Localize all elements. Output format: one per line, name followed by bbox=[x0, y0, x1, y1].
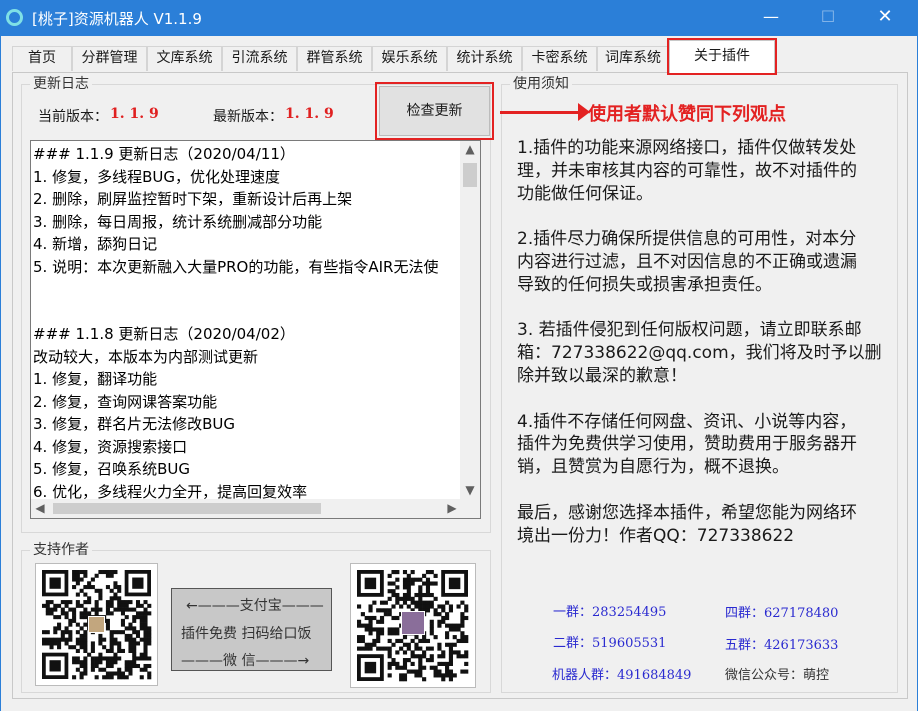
update-log-line: 4. 新增，舔狗日记 bbox=[33, 235, 158, 253]
update-log-line bbox=[33, 278, 461, 301]
usage-notice-line bbox=[517, 479, 897, 502]
usage-notice-line: 4.插件不存储任何网盘、资讯、小说等内容， bbox=[517, 411, 857, 432]
usage-notice-line: 2.插件尽力确保所提供信息的可用性，对本分 bbox=[517, 229, 857, 250]
usage-notice-line: 销，且赞赏为自愿行为，概不退换。 bbox=[517, 457, 789, 478]
check-update-highlight-frame bbox=[375, 82, 494, 140]
update-log-line: 4. 修复，资源搜索接口 bbox=[33, 437, 188, 456]
qq-group-5: 五群：426173633 bbox=[725, 638, 839, 653]
scroll-right-arrow-icon[interactable]: ▶ bbox=[443, 499, 461, 518]
tab-group-management[interactable]: 分群管理 bbox=[72, 46, 147, 71]
update-log-line: 1. 修复，翻译功能 bbox=[33, 370, 158, 388]
latest-version-value: 1. 1. 9 bbox=[285, 106, 334, 122]
usage-notice-line bbox=[517, 388, 897, 411]
usage-notice-text: 1.插件的功能来源网络接口，插件仅做转发处 理，并未审核其内容的可靠性，故不对插件… bbox=[517, 137, 897, 547]
qq-group-2: 二群：519605531 bbox=[553, 636, 667, 651]
tab-highlight-frame bbox=[667, 38, 777, 75]
update-log-line: ### 1.1.9 更新日志（2020/04/11） bbox=[33, 145, 295, 163]
scroll-down-arrow-icon[interactable]: ▼ bbox=[460, 482, 480, 499]
support-author-group-title: 支持作者 bbox=[30, 542, 92, 558]
usage-notice-line: 插件为免费供学习使用，赞助费用于服务器开 bbox=[517, 434, 857, 455]
free-plugin-text: 插件免费 扫码给口饭 bbox=[181, 626, 312, 642]
window-title: [桃子]资源机器人 V1.1.9 bbox=[32, 10, 202, 28]
update-log-line: 改动较大，本版本为内部测试更新 bbox=[33, 347, 259, 366]
usage-notice-line: 除并致以最深的歉意！ bbox=[517, 365, 687, 386]
usage-annotation: 使用者默认赞同下列观点 bbox=[588, 104, 786, 125]
qq-group-4: 四群：627178480 bbox=[725, 606, 839, 621]
alipay-direction-text: ←———支付宝——— bbox=[186, 598, 324, 614]
scroll-left-arrow-icon[interactable]: ◀ bbox=[31, 499, 49, 518]
update-log-horizontal-scrollbar[interactable]: ◀ ▶ bbox=[31, 499, 480, 518]
tab-entertainment-system[interactable]: 娱乐系统 bbox=[372, 46, 447, 71]
qq-robot-group: 机器人群：491684849 bbox=[552, 668, 692, 683]
update-log-line: 6. 优化，多线程火力全开，提高回复效率 bbox=[33, 482, 308, 500]
update-log-vertical-scrollbar[interactable]: ▲ ▼ bbox=[460, 141, 480, 499]
update-log-line: 3. 删除，每日周报，统计系统删减部分功能 bbox=[33, 212, 323, 231]
update-log-line: 2. 修复，查询网课答案功能 bbox=[33, 392, 218, 411]
tab-home[interactable]: 首页 bbox=[12, 46, 72, 71]
horizontal-scroll-thumb[interactable] bbox=[53, 503, 321, 514]
tab-traffic-system[interactable]: 引流系统 bbox=[222, 46, 297, 71]
update-log-line: 1. 修复，多线程BUG，优化处理速度 bbox=[33, 167, 280, 186]
usage-notice-line: 功能做任何保证。 bbox=[517, 183, 653, 204]
usage-notice-line: 内容进行过滤，且不对因信息的不正确或遗漏 bbox=[517, 251, 857, 272]
usage-notice-group-title: 使用须知 bbox=[510, 76, 572, 92]
payment-instruction-board: ←———支付宝——— 插件免费 扫码给口饭 ———微 信———→ bbox=[171, 588, 332, 671]
tab-lexicon-system[interactable]: 词库系统 bbox=[597, 46, 669, 71]
alipay-qr-avatar bbox=[88, 616, 105, 633]
close-button[interactable]: ✕ bbox=[862, 0, 908, 36]
usage-notice-line: 箱：727338622@qq.com，我们将及时予以删 bbox=[517, 343, 882, 364]
vertical-scroll-thumb[interactable] bbox=[463, 163, 477, 187]
tab-card-key-system[interactable]: 卡密系统 bbox=[522, 46, 597, 71]
app-icon bbox=[6, 9, 23, 26]
update-log-line: 2. 删除，刷屏监控暂时下架，重新设计后再上架 bbox=[33, 190, 353, 208]
wechat-official-account: 微信公众号：萌控 bbox=[725, 668, 830, 683]
wechat-direction-text: ———微 信———→ bbox=[181, 653, 310, 669]
wechat-qr-avatar bbox=[401, 611, 425, 635]
update-log-line: 3. 修复，群名片无法修改BUG bbox=[33, 415, 235, 433]
update-log-line bbox=[33, 301, 461, 324]
usage-notice-line: 1.插件的功能来源网络接口，插件仅做转发处 bbox=[517, 138, 857, 158]
annotation-arrow-line bbox=[500, 111, 580, 114]
maximize-button[interactable]: ☐ bbox=[805, 0, 851, 36]
scrollbar-corner bbox=[460, 499, 480, 518]
usage-notice-line bbox=[517, 297, 897, 320]
update-log-line: 5. 修复，召唤系统BUG bbox=[33, 460, 190, 478]
usage-notice-line: 理，并未审核其内容的可靠性，故不对插件的 bbox=[517, 160, 857, 181]
minimize-button[interactable]: — bbox=[748, 0, 794, 36]
update-log-line: 5. 说明：本次更新融入大量PRO的功能，有些指令AIR无法使 bbox=[33, 257, 439, 276]
update-log-textbox[interactable]: ### 1.1.9 更新日志（2020/04/11） 1. 修复，多线程BUG，优… bbox=[30, 140, 481, 519]
update-log-group-title: 更新日志 bbox=[30, 76, 92, 92]
scroll-up-arrow-icon[interactable]: ▲ bbox=[460, 141, 480, 158]
tab-statistics-system[interactable]: 统计系统 bbox=[447, 46, 522, 71]
latest-version-label: 最新版本： bbox=[213, 109, 283, 125]
current-version-value: 1. 1. 9 bbox=[110, 106, 159, 122]
usage-notice-line: 3. 若插件侵犯到任何版权问题，请立即联系邮 bbox=[517, 320, 862, 341]
update-log-line: ### 1.1.8 更新日志（2020/04/02） bbox=[33, 325, 295, 343]
current-version-label: 当前版本： bbox=[38, 109, 108, 125]
wechat-qr-code bbox=[350, 563, 476, 688]
usage-notice-line: 境出一份力！作者QQ：727338622 bbox=[517, 525, 795, 546]
usage-notice-line: 导致的任何损失或损害承担责任。 bbox=[517, 274, 772, 295]
alipay-qr-code bbox=[35, 563, 158, 686]
usage-notice-line: 最后，感谢您选择本插件，希望您能为网络环 bbox=[517, 502, 857, 523]
update-log-content: ### 1.1.9 更新日志（2020/04/11） 1. 修复，多线程BUG，优… bbox=[33, 143, 461, 499]
usage-notice-line bbox=[517, 205, 897, 228]
tab-group-admin-system[interactable]: 群管系统 bbox=[297, 46, 372, 71]
tab-library-system[interactable]: 文库系统 bbox=[147, 46, 222, 71]
qq-group-1: 一群：283254495 bbox=[553, 605, 667, 620]
title-bar: [桃子]资源机器人 V1.1.9 — ☐ ✕ bbox=[0, 0, 918, 36]
